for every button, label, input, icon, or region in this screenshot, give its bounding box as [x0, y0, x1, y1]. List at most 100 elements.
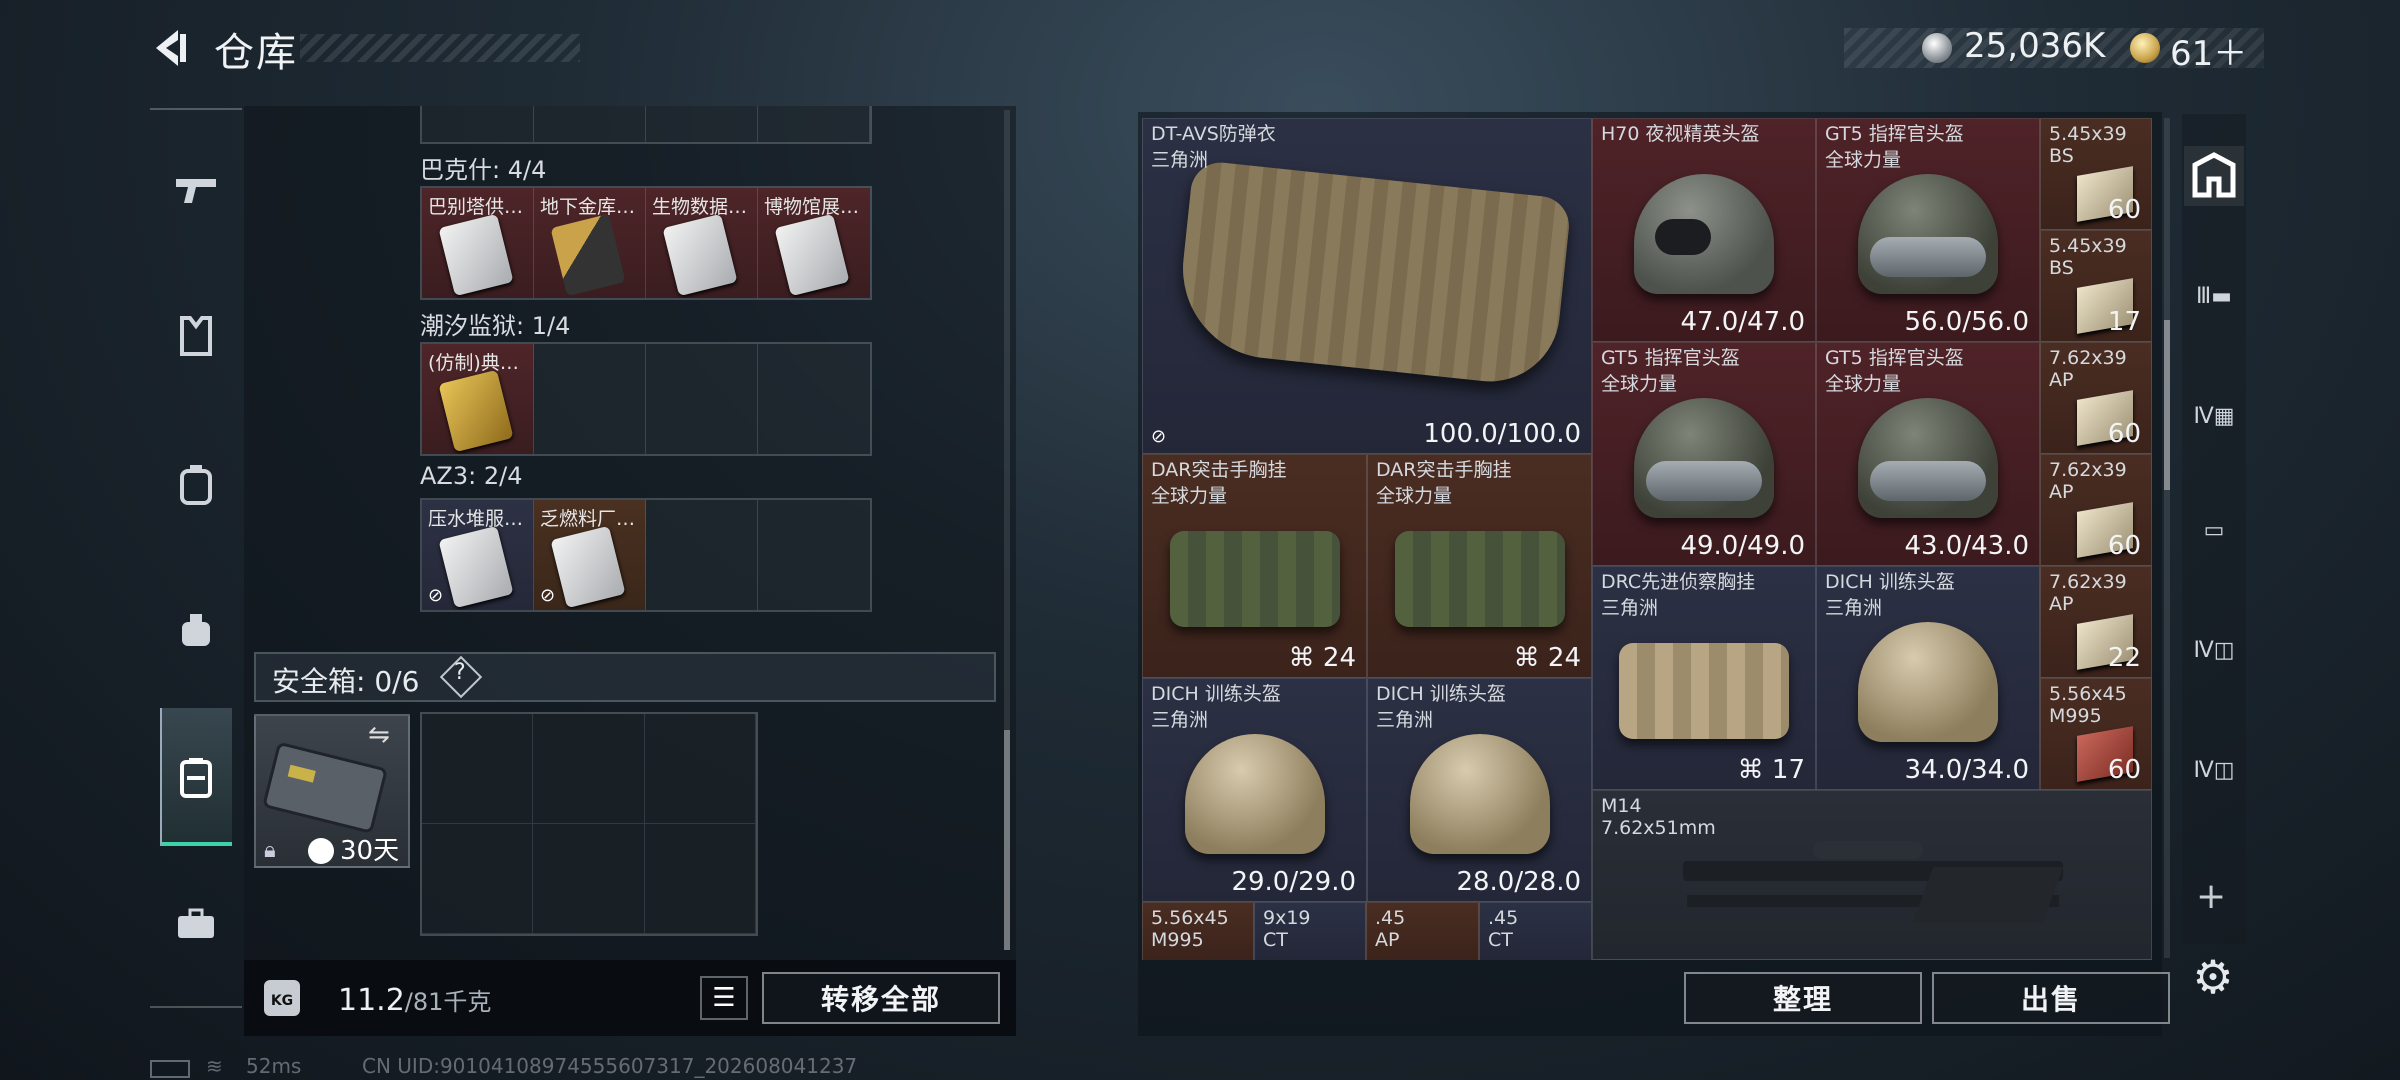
transfer-all-button[interactable]: 转移全部 — [762, 972, 1000, 1024]
add-tab-icon[interactable]: + — [2196, 876, 2226, 917]
tab-stash-3[interactable]: Ⅲ▬ — [2184, 266, 2244, 326]
ammo-item[interactable]: 5.56x45 M995 60 — [2040, 678, 2152, 790]
rig-item[interactable]: DRC先进侦察胸挂 三角洲 ⌘ 17 — [1592, 566, 1816, 790]
tab-main-stash[interactable] — [2184, 146, 2244, 206]
group-label-az3: AZ3: 2/4 — [420, 462, 523, 490]
no-drop-icon: ⊘ — [428, 585, 444, 606]
collectible-item[interactable]: 博物馆展… — [758, 188, 870, 298]
silver-currency-value: 25,036K — [1964, 26, 2106, 66]
safebox-grid — [420, 712, 758, 936]
goggles-image — [1870, 460, 1986, 501]
help-mark: ? — [454, 660, 466, 685]
collectible-item[interactable]: 压水堆服… ⊘ — [422, 500, 534, 610]
swap-icon[interactable]: ⇋ — [368, 720, 390, 750]
safebox-slot[interactable] — [533, 824, 645, 934]
group-label-bakeshi: 巴克什: 4/4 — [420, 156, 547, 184]
empty-slot[interactable] — [758, 500, 870, 610]
empty-slot[interactable] — [534, 344, 646, 454]
collectible-item[interactable]: 地下金库… — [534, 188, 646, 298]
armor-item[interactable]: DT-AVS防弹衣 三角洲 ⊘ 100.0/100.0 — [1142, 118, 1592, 454]
helmet-item[interactable]: DICH 训练头盔 三角洲 28.0/28.0 — [1367, 678, 1592, 902]
nav-safebox[interactable] — [160, 742, 232, 814]
gold-currency-value[interactable]: 61＋ — [2170, 26, 2247, 75]
ammo-item[interactable]: 5.45x39 BS 17 — [2040, 230, 2152, 342]
tab-stash-case-2[interactable]: Ⅳ◫ — [2184, 740, 2244, 800]
safebox-slot[interactable] — [422, 824, 534, 934]
sort-button[interactable]: 整理 — [1684, 972, 1922, 1024]
helmet-image — [1409, 734, 1550, 855]
ping-readout: 52ms — [246, 1054, 302, 1078]
ammo-item[interactable]: .45 CT — [1479, 902, 1592, 960]
right-scroll-thumb[interactable] — [2164, 320, 2170, 490]
weight-kg-icon: KG — [264, 980, 300, 1016]
collectible-item[interactable]: 巴别塔供… — [422, 188, 534, 298]
rig-item[interactable]: DAR突击手胸挂 全球力量 ⌘ 24 — [1142, 454, 1367, 678]
safebox-slot[interactable] — [644, 714, 756, 824]
left-scroll-thumb[interactable] — [1004, 730, 1010, 950]
tier4-container-icon: Ⅳ▦ — [2193, 403, 2235, 429]
empty-slot[interactable] — [646, 500, 758, 610]
ammo-item[interactable]: .45 AP — [1366, 902, 1479, 960]
clock-icon — [308, 838, 334, 864]
helmet-item[interactable]: GT5 指挥官头盔 全球力量 43.0/43.0 — [1816, 342, 2040, 566]
nav-weapons[interactable] — [160, 154, 232, 226]
helmet-image — [1858, 622, 1998, 743]
nav-armor[interactable] — [160, 300, 232, 372]
list-view-button[interactable]: ☰ — [700, 976, 748, 1020]
weapon-item[interactable]: M14 7.62x51mm — [1592, 790, 2152, 960]
ammo-item[interactable]: 7.62x39 AP 60 — [2040, 342, 2152, 454]
page-title: 仓库 — [214, 30, 298, 76]
stock-image — [1912, 867, 2064, 923]
collectible-item[interactable]: 生物数据… — [646, 188, 758, 298]
rig-item[interactable]: DAR突击手胸挂 全球力量 ⌘ 24 — [1367, 454, 1592, 678]
nav-toolbox[interactable] — [160, 888, 232, 960]
settings-gear-icon[interactable]: ⚙ — [2186, 950, 2240, 1004]
helmet-item[interactable]: DICH 训练头盔 三角洲 34.0/34.0 — [1816, 566, 2040, 790]
back-arrow-icon[interactable] — [148, 26, 192, 70]
empty-slot[interactable] — [758, 344, 870, 454]
title-decoration — [300, 34, 580, 62]
weight-current: 11.2 — [338, 983, 405, 1018]
helmet-image — [1184, 734, 1325, 855]
safebox-slot[interactable] — [644, 824, 756, 934]
right-scrollbar[interactable] — [2164, 118, 2170, 958]
safebox-slot[interactable] — [533, 714, 645, 824]
pistol-icon — [176, 179, 216, 203]
category-nav — [150, 108, 242, 1008]
safe-container-icon — [180, 758, 212, 798]
ammo-item[interactable]: 7.62x39 AP 22 — [2040, 566, 2152, 678]
sell-button[interactable]: 出售 — [1932, 972, 2170, 1024]
ammo-item[interactable]: 7.62x39 AP 60 — [2040, 454, 2152, 566]
safebox-timer: 30天 — [340, 836, 400, 866]
tab-stash-4[interactable]: Ⅳ▦ — [2184, 386, 2244, 446]
collectible-item[interactable]: (仿制)典… — [422, 344, 534, 454]
ammo-item[interactable]: 5.45x39 BS 60 — [2040, 118, 2152, 230]
chest-rig-image — [1394, 531, 1565, 628]
nav-backpack[interactable] — [160, 448, 232, 520]
card-image-icon — [550, 525, 626, 609]
chest-rig-icon — [182, 614, 210, 646]
backpack-icon — [180, 465, 212, 505]
helmet-item[interactable]: H70 夜视精英头盔 47.0/47.0 — [1592, 118, 1816, 342]
group-grid-tidal-prison: (仿制)典… — [420, 342, 872, 456]
tab-stash-folder[interactable]: ▭ — [2184, 500, 2244, 560]
group-grid-bakeshi: 巴别塔供… 地下金库… 生物数据… 博物馆展… — [420, 186, 872, 300]
weight-readout: 11.2/81千克 — [338, 982, 491, 1018]
helmet-item[interactable]: DICH 训练头盔 三角洲 29.0/29.0 — [1142, 678, 1367, 902]
ammo-item[interactable]: 9x19 CT — [1254, 902, 1366, 960]
empty-slot[interactable] — [646, 344, 758, 454]
tab-stash-case-1[interactable]: Ⅳ◫ — [2184, 620, 2244, 680]
slots-count: ⌘ 24 — [1513, 643, 1581, 673]
group-label-tidal-prison: 潮汐监狱: 1/4 — [420, 312, 571, 340]
safebox-slot[interactable] — [422, 714, 534, 824]
safebox-label: 安全箱: 0/6 — [272, 665, 420, 698]
card-image-icon — [438, 369, 514, 453]
helmet-item[interactable]: GT5 指挥官头盔 全球力量 56.0/56.0 — [1816, 118, 2040, 342]
wifi-icon: ≋ — [206, 1054, 223, 1078]
nav-rig[interactable] — [160, 594, 232, 666]
ammo-item[interactable]: 5.56x45 M995 — [1142, 902, 1254, 960]
armor-vest-icon — [180, 316, 212, 356]
helmet-item[interactable]: GT5 指挥官头盔 全球力量 49.0/49.0 — [1592, 342, 1816, 566]
collectible-item[interactable]: 乏燃料厂… ⊘ — [534, 500, 646, 610]
tier3-rig-icon: Ⅲ▬ — [2196, 283, 2232, 309]
